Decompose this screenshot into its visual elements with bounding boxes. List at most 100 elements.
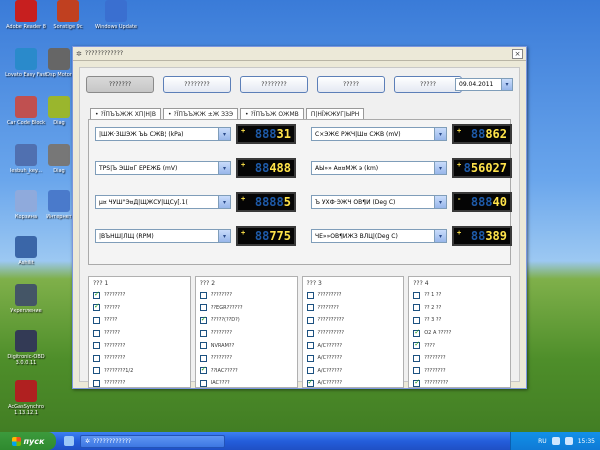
document-icon (15, 144, 37, 166)
status-checkbox[interactable] (413, 354, 421, 362)
param-select-2[interactable]: С×ЭЖЄ РЖЧ|Ш¤ СЖВ (mV) ▾ (311, 127, 447, 141)
status-label: ???????? (104, 355, 126, 362)
status-checkbox[interactable] (93, 354, 100, 362)
volume-icon[interactable] (564, 437, 573, 445)
status-checkbox[interactable] (306, 291, 314, 299)
status-checkbox[interactable] (413, 328, 421, 337)
param-select-7[interactable]: |ВЪНШ|ЛЩ (RPM) ▾ (95, 229, 231, 243)
status-checkbox[interactable] (306, 316, 314, 324)
lcd-readout-1: +888 31 (236, 124, 296, 144)
date-picker[interactable]: 09.04.2011 ▾ (455, 78, 513, 91)
top-button-2[interactable]: ???????? (163, 76, 231, 93)
desktop-icon-dsp-motor[interactable]: Dsp Motor (44, 48, 74, 78)
status-checkbox[interactable] (93, 367, 100, 375)
status-checkbox[interactable] (413, 304, 421, 312)
desktop-icon-label: Adobe Reader 8 (6, 24, 46, 30)
status-checkbox[interactable] (93, 290, 100, 299)
param-select-3[interactable]: TPS|Ъ ЭШ¤Г ЕРЕЖБ (mV) ▾ (95, 161, 231, 175)
param-select-5[interactable]: µ¤ ЧУШ"Э¤Д|ЩЖСУ|ЩСу[.1(▾ (95, 195, 231, 209)
top-button-4[interactable]: ????? (317, 76, 385, 93)
desktop-icon-adobe-reader[interactable]: Adobe Reader 8 (4, 0, 48, 30)
status-checkbox[interactable] (93, 379, 100, 387)
status-checkbox[interactable] (199, 304, 207, 312)
desktop-icon-windows-update[interactable]: Windows Update (94, 0, 138, 30)
status-checkbox[interactable] (93, 302, 100, 312)
close-button[interactable]: × (512, 48, 523, 59)
status-checkbox[interactable] (306, 367, 314, 375)
param-row-6: Ъ УХФ·ЭЖЧ ОВ¶И (Deg C) ▾ -888 40 (311, 192, 521, 212)
chevron-down-icon[interactable]: ▾ (218, 162, 230, 174)
group-title: ??? 4 (413, 280, 429, 287)
status-item: A/C?????? (306, 339, 400, 352)
status-checkbox[interactable] (413, 367, 421, 375)
tab-1[interactable]: • ?ЇПЪЪЖЖ ХП|Н|В (90, 108, 162, 119)
status-checkbox[interactable] (199, 315, 207, 324)
desktop-icon-acgassynchro[interactable]: AcGasSynchro 1.13.12.1 (4, 380, 48, 416)
status-item: ???????? (93, 352, 186, 365)
status-checkbox[interactable] (306, 342, 314, 350)
lcd-readout-5: +8888 5 (236, 192, 296, 212)
status-checkbox[interactable] (413, 291, 421, 299)
desktop-icon-recycle-bin[interactable]: Корзина (4, 190, 48, 220)
network-icon[interactable] (551, 437, 560, 445)
param-select-6[interactable]: Ъ УХФ·ЭЖЧ ОВ¶И (Deg C) ▾ (311, 195, 447, 209)
taskbar-window-button[interactable]: ✲ ???????????? (80, 434, 225, 448)
desktop-icon-diag[interactable]: Diag (44, 96, 74, 126)
chevron-down-icon[interactable]: ▾ (434, 230, 446, 242)
status-checkbox[interactable] (199, 291, 207, 299)
status-group-1: ??? 1 ??????????????????????????????????… (88, 276, 191, 388)
status-checkbox[interactable] (93, 316, 100, 324)
tab-3[interactable]: • ?ЇПЪЪЖ ОЖМВ (240, 108, 304, 119)
language-indicator[interactable]: RU (538, 438, 547, 445)
quick-launch-icon[interactable] (64, 436, 74, 446)
status-checkbox[interactable] (306, 354, 314, 362)
status-label: ?????????? (317, 317, 345, 324)
desktop-icon-car-code[interactable]: Car Code Block (4, 96, 48, 126)
desktop-icon-lesbuh[interactable]: lesbuh_key... (4, 144, 48, 174)
lcd-readout-2: +88 862 (452, 124, 512, 144)
status-checkbox[interactable] (199, 379, 207, 387)
chevron-down-icon[interactable]: ▾ (434, 128, 446, 140)
desktop-icon-lovato[interactable]: Lovato Easy Fast (4, 48, 48, 78)
tab-2[interactable]: • ?ЇПЪЪЖЖ ±Ж ЗЗЭ (163, 108, 239, 119)
desktop-icon-2[interactable]: Sonstige 9c (46, 0, 90, 30)
status-checkbox[interactable] (306, 378, 314, 387)
status-checkbox[interactable] (199, 329, 207, 337)
top-button-1[interactable]: ??????? (86, 76, 154, 93)
status-checkbox[interactable] (93, 342, 100, 350)
start-button[interactable]: пуск (0, 432, 56, 450)
status-checkbox[interactable] (93, 329, 100, 337)
chevron-down-icon[interactable]: ▾ (218, 230, 230, 242)
status-label: ???????? (210, 355, 232, 362)
param-select-8[interactable]: ЧЕ»»ОВ¶ИЖЗ ВЛЦ|(Deg C) ▾ (311, 229, 447, 243)
desktop-icon-ukreplenie[interactable]: Укрепление (4, 284, 48, 314)
desktop-icon-ashilit[interactable]: Ashilit (4, 236, 48, 266)
top-button-3[interactable]: ???????? (240, 76, 308, 93)
status-checkbox[interactable] (199, 342, 207, 350)
status-checkbox[interactable] (199, 354, 207, 362)
status-checkbox[interactable] (199, 365, 207, 375)
param-select-1[interactable]: |ШЖ·ЗШЭЖ ЪЬ СЖВ¦ (kPa) ▾ (95, 127, 231, 141)
status-checkbox[interactable] (413, 378, 421, 387)
chevron-down-icon[interactable]: ▾ (218, 196, 230, 208)
tab-4[interactable]: П|НЇЖЖУГ|ЫРН (305, 108, 365, 119)
chevron-down-icon[interactable]: ▾ (218, 128, 230, 140)
status-checkbox[interactable] (413, 340, 421, 350)
desktop-icon-diag-2[interactable]: Diag (44, 144, 74, 174)
status-item: A/C?????? (306, 377, 400, 390)
status-checkbox[interactable] (413, 316, 421, 324)
chevron-down-icon[interactable]: ▾ (434, 196, 446, 208)
title-bar[interactable]: ✲ ???????????? × (73, 47, 526, 61)
status-label: ???????? (104, 380, 126, 387)
chevron-down-icon[interactable]: ▾ (501, 79, 512, 90)
status-checkbox[interactable] (306, 329, 314, 337)
status-checkbox[interactable] (306, 304, 314, 312)
chevron-down-icon[interactable]: ▾ (434, 162, 446, 174)
desktop-icon-label: Lovato Easy Fast (5, 72, 47, 78)
top-button-5[interactable]: ????? (394, 76, 462, 93)
clock[interactable]: 15:35 (578, 438, 595, 445)
param-select-4[interactable]: АЫ»» А¤¤МЖ э (km) ▾ (311, 161, 447, 175)
desktop-icon-internet[interactable]: Интернет (44, 190, 74, 220)
desktop-icon-digitronic[interactable]: Digitronic-OBD 3.0.0.11 (4, 330, 48, 366)
status-item: ???????? (93, 339, 186, 352)
